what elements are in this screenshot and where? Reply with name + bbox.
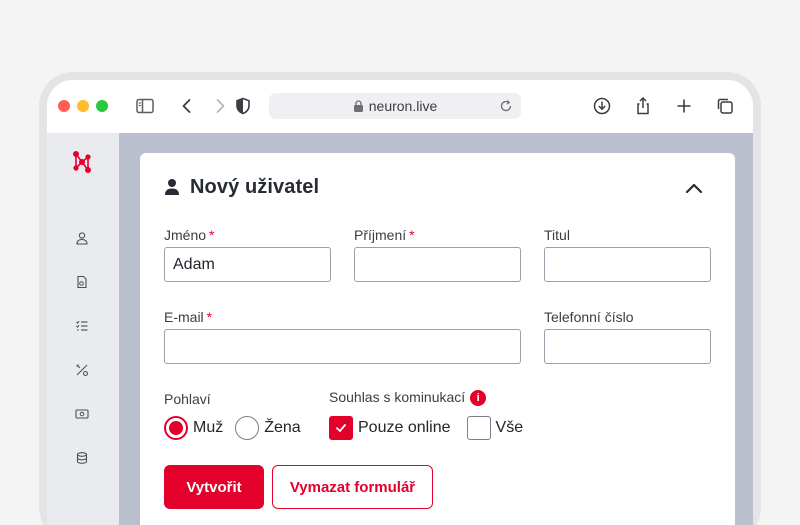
sidebar-item-checklist-icon[interactable]: [73, 317, 91, 335]
chevron-up-icon[interactable]: [683, 179, 705, 197]
browser-toolbar: neuron.live: [47, 80, 753, 133]
first-name-label: Jméno *: [164, 227, 215, 243]
consent-option-label: Pouze online: [358, 419, 451, 436]
checkmark-icon: [336, 424, 346, 432]
maximize-window-button[interactable]: [96, 100, 108, 112]
last-name-label: Příjmení *: [354, 227, 415, 243]
clear-form-button[interactable]: Vymazat formulář: [272, 465, 433, 509]
address-bar[interactable]: neuron.live: [269, 93, 521, 119]
neuron-logo-icon[interactable]: [69, 149, 95, 175]
lock-icon: [353, 100, 363, 112]
card-header: Nový uživatel: [164, 173, 319, 201]
first-name-input[interactable]: [164, 247, 331, 282]
page-title: Nový uživatel: [190, 175, 320, 198]
shield-icon[interactable]: [231, 94, 255, 118]
close-window-button[interactable]: [58, 100, 70, 112]
sidebar-item-tools-icon[interactable]: [73, 361, 91, 379]
share-icon[interactable]: [631, 94, 655, 118]
url-text: neuron.live: [368, 98, 438, 114]
gender-radio-group: Muž Žena: [164, 416, 301, 440]
user-icon: [165, 179, 179, 195]
reload-icon[interactable]: [499, 99, 513, 113]
email-field[interactable]: [164, 329, 521, 364]
consent-label: Souhlas s kominukací i: [329, 389, 487, 407]
sidebar-item-user-icon[interactable]: [73, 229, 91, 247]
sidebar-item-money-icon[interactable]: [73, 405, 91, 423]
consent-checkbox-online[interactable]: [329, 416, 353, 440]
sidebar-item-coins-icon[interactable]: [73, 449, 91, 467]
phone-input[interactable]: [544, 329, 711, 364]
last-name-input[interactable]: [354, 247, 521, 282]
download-icon[interactable]: [590, 94, 614, 118]
minimize-window-button[interactable]: [77, 100, 89, 112]
back-icon[interactable]: [175, 94, 199, 118]
phone-label: Telefonní číslo: [544, 309, 634, 325]
create-button[interactable]: Vytvořit: [164, 465, 264, 509]
required-marker: *: [209, 227, 215, 243]
gender-option-label: Žena: [264, 419, 301, 436]
title-label: Titul: [544, 227, 570, 243]
email-label: E-mail *: [164, 309, 213, 325]
sidebar: [47, 133, 119, 525]
info-icon[interactable]: i: [470, 390, 487, 407]
gender-label: Pohlaví: [164, 391, 211, 407]
gender-radio-male[interactable]: [164, 416, 188, 440]
title-input[interactable]: [544, 247, 711, 282]
gender-option-label: Muž: [193, 419, 224, 436]
forward-icon[interactable]: [208, 94, 232, 118]
sidebar-item-document-icon[interactable]: [73, 273, 91, 291]
required-marker: *: [409, 227, 415, 243]
new-tab-icon[interactable]: [672, 94, 696, 118]
consent-option-label: Vše: [495, 419, 524, 436]
required-marker: *: [206, 309, 213, 325]
gender-radio-female[interactable]: [235, 416, 260, 440]
new-user-card: Nový uživatel Jméno* Příjmení* Titul E-m…: [140, 153, 735, 525]
sidebar-toggle-icon[interactable]: [133, 94, 157, 118]
app-area: Nový uživatel Jméno* Příjmení* Titul E-m…: [47, 133, 753, 525]
consent-checkbox-all[interactable]: [466, 416, 491, 440]
tabs-overview-icon[interactable]: [713, 94, 737, 118]
browser-window: neuron.live Nový uživatel Jméno * Adam P…: [47, 80, 753, 525]
consent-checkbox-group: Pouze online Vše: [329, 416, 523, 440]
